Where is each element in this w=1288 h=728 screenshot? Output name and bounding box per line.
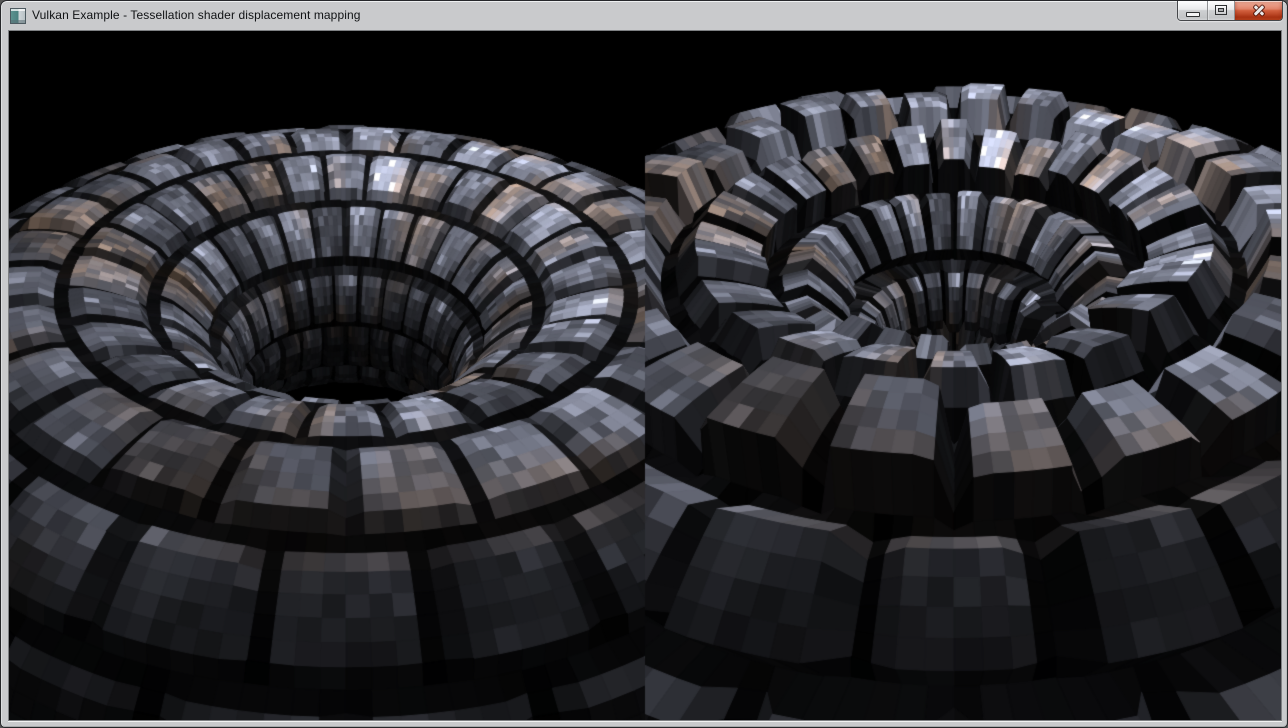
maximize-icon: [1215, 5, 1227, 15]
vulkan-render-canvas[interactable]: [9, 31, 1281, 720]
minimize-button[interactable]: [1178, 1, 1207, 20]
titlebar[interactable]: Vulkan Example - Tessellation shader dis…: [1, 1, 1287, 30]
minimize-icon: [1186, 12, 1200, 17]
window-title: Vulkan Example - Tessellation shader dis…: [32, 8, 361, 22]
render-viewport: [8, 30, 1282, 721]
app-window: Vulkan Example - Tessellation shader dis…: [0, 0, 1288, 728]
close-icon: [1252, 4, 1266, 17]
app-icon: [10, 8, 26, 24]
window-controls: [1177, 1, 1283, 21]
close-button[interactable]: [1234, 1, 1282, 20]
maximize-button[interactable]: [1207, 1, 1234, 20]
